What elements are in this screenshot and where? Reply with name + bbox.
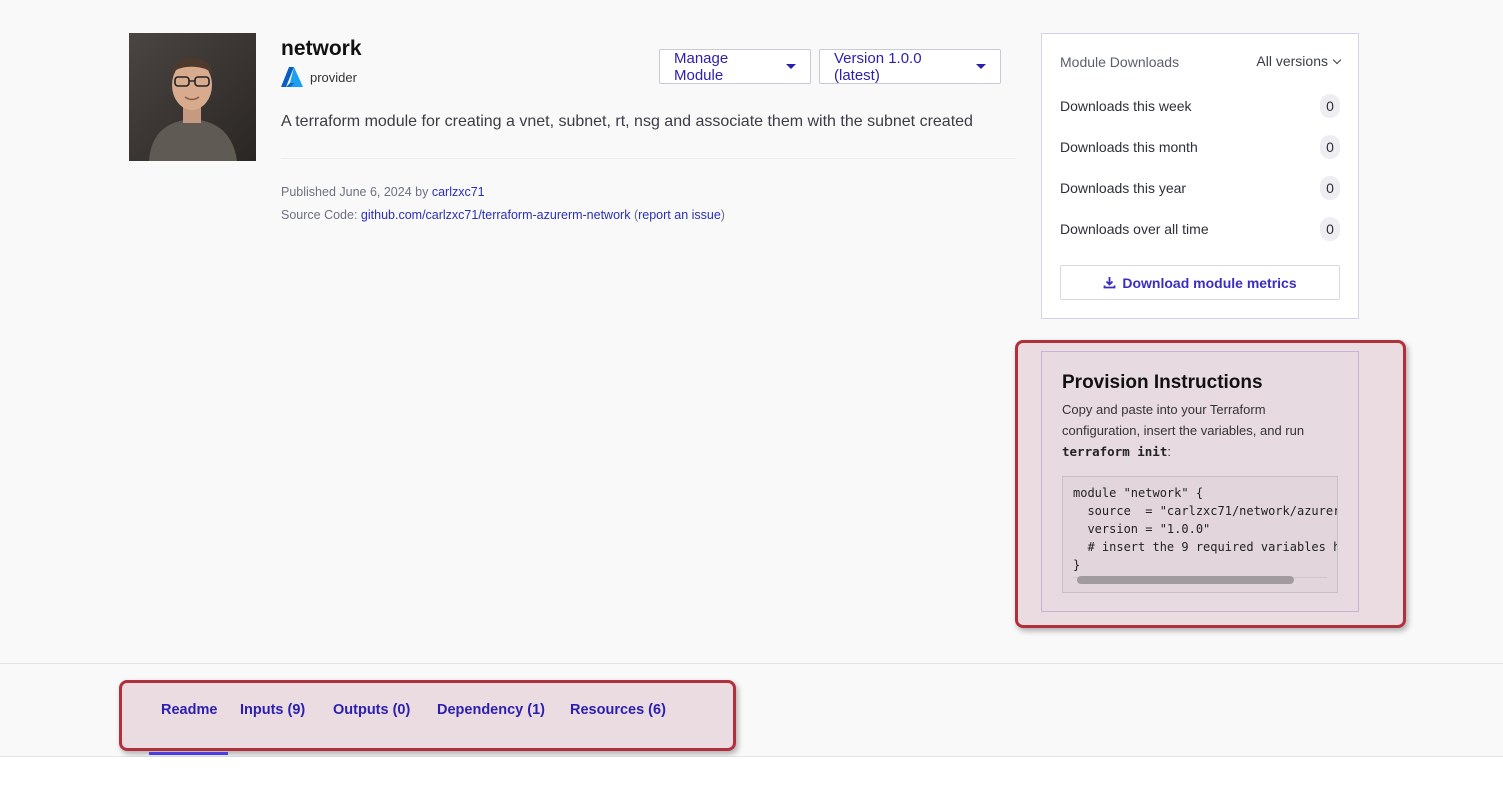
downloads-row-label: Downloads over all time <box>1060 221 1209 237</box>
download-icon <box>1103 277 1116 289</box>
provision-description: Copy and paste into your Terraform confi… <box>1062 399 1342 462</box>
download-metrics-label: Download module metrics <box>1122 274 1297 291</box>
published-info: Published June 6, 2024 by carlzxc71 <box>281 185 485 199</box>
provision-text: Copy and paste into your Terraform confi… <box>1062 402 1305 438</box>
provision-colon: : <box>1167 444 1171 459</box>
manage-module-label: Manage Module <box>674 49 729 84</box>
tab-resources[interactable]: Resources (6) <box>570 702 666 718</box>
downloads-count-badge: 0 <box>1320 217 1340 241</box>
provision-code-block[interactable]: module "network" { source = "carlzxc71/n… <box>1062 476 1338 593</box>
downloads-row: Downloads over all time 0 <box>1060 217 1340 241</box>
provision-code[interactable]: module "network" { source = "carlzxc71/n… <box>1073 484 1337 574</box>
downloads-count-badge: 0 <box>1320 94 1340 118</box>
downloads-row: Downloads this year 0 <box>1060 176 1340 200</box>
caret-down-icon <box>976 64 986 69</box>
module-description: A terraform module for creating a vnet, … <box>281 113 973 130</box>
provision-title: Provision Instructions <box>1062 372 1263 393</box>
provision-instructions-card: Provision Instructions Copy and paste in… <box>1041 351 1359 612</box>
avatar-photo <box>129 33 256 161</box>
content-area <box>0 757 1503 792</box>
version-label: Version 1.0.0 (latest) <box>834 49 922 84</box>
source-info: Source Code: github.com/carlzxc71/terraf… <box>281 208 725 222</box>
author-avatar <box>129 33 256 161</box>
module-title: network <box>281 37 362 60</box>
author-link[interactable]: carlzxc71 <box>432 185 485 199</box>
downloads-row-label: Downloads this year <box>1060 180 1187 196</box>
tab-readme[interactable]: Readme <box>161 702 217 718</box>
azure-logo-icon <box>281 67 303 87</box>
published-text: Published June 6, 2024 by <box>281 185 429 199</box>
tab-outputs[interactable]: Outputs (0) <box>333 702 410 718</box>
downloads-row: Downloads this week 0 <box>1060 94 1340 118</box>
chevron-down-icon <box>1332 55 1342 64</box>
source-label: Source Code: <box>281 208 358 222</box>
horizontal-scrollbar[interactable] <box>1077 576 1294 584</box>
download-metrics-button[interactable]: Download module metrics <box>1060 265 1340 300</box>
tab-inputs[interactable]: Inputs (9) <box>240 702 305 718</box>
downloads-card: Module Downloads All versions Downloads … <box>1041 33 1359 319</box>
tab-dependency[interactable]: Dependency (1) <box>437 702 545 718</box>
downloads-row-label: Downloads this month <box>1060 139 1198 155</box>
provider-label: provider <box>310 69 357 85</box>
downloads-row-label: Downloads this week <box>1060 98 1192 114</box>
caret-down-icon <box>786 64 796 69</box>
provider-row: provider <box>281 67 357 87</box>
downloads-title: Module Downloads <box>1060 54 1180 70</box>
version-select-button[interactable]: Version 1.0.0 (latest) <box>819 49 1001 84</box>
manage-module-button[interactable]: Manage Module <box>659 49 811 84</box>
divider <box>281 158 1016 159</box>
downloads-count-badge: 0 <box>1320 176 1340 200</box>
versions-filter[interactable]: All versions <box>1256 53 1342 69</box>
terraform-init-command: terraform init <box>1062 444 1168 459</box>
versions-filter-label: All versions <box>1256 53 1328 69</box>
active-tab-indicator <box>149 752 228 755</box>
paren-close: ) <box>720 208 725 222</box>
downloads-count-badge: 0 <box>1320 135 1340 159</box>
downloads-row: Downloads this month 0 <box>1060 135 1340 159</box>
report-issue-link[interactable]: report an issue <box>638 208 721 222</box>
source-code-link[interactable]: github.com/carlzxc71/terraform-azurerm-n… <box>361 208 631 222</box>
